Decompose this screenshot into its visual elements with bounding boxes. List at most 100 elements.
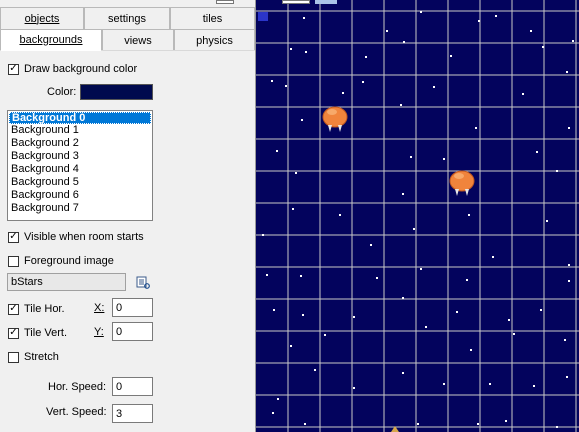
star bbox=[470, 349, 472, 351]
list-item[interactable]: Background 2 bbox=[8, 137, 152, 150]
star bbox=[305, 51, 307, 53]
star bbox=[420, 268, 422, 270]
tab-physics[interactable]: physics bbox=[174, 29, 255, 51]
star bbox=[362, 81, 364, 83]
tile-vert-checkbox[interactable]: ✓ Tile Vert. bbox=[8, 327, 67, 339]
tab-settings-label: settings bbox=[108, 12, 146, 25]
star bbox=[339, 214, 341, 216]
star bbox=[505, 420, 507, 422]
hor-speed-input[interactable]: 0 bbox=[112, 377, 153, 396]
star bbox=[410, 156, 412, 158]
background-list[interactable]: Background 0 Background 1 Background 2 B… bbox=[7, 110, 153, 221]
star bbox=[277, 398, 279, 400]
star bbox=[495, 15, 497, 17]
checkbox-empty-icon bbox=[8, 351, 19, 363]
star bbox=[475, 127, 477, 129]
checkbox-check-icon: ✓ bbox=[8, 303, 19, 315]
list-item[interactable]: Background 0 bbox=[9, 112, 151, 124]
toolbar-field[interactable] bbox=[282, 0, 310, 4]
tab-views-label: views bbox=[124, 34, 152, 47]
star bbox=[295, 172, 297, 174]
y-label: Y: bbox=[94, 326, 104, 338]
tab-objects[interactable]: objects bbox=[0, 7, 84, 29]
color-swatch[interactable] bbox=[80, 84, 153, 100]
list-item[interactable]: Background 4 bbox=[8, 163, 152, 176]
star bbox=[456, 311, 458, 313]
room-corner-icon bbox=[258, 12, 268, 21]
tab-backgrounds-label: backgrounds bbox=[19, 34, 83, 46]
tab-views[interactable]: views bbox=[102, 29, 174, 51]
star bbox=[540, 309, 542, 311]
star bbox=[314, 369, 316, 371]
star bbox=[402, 193, 404, 195]
star bbox=[402, 372, 404, 374]
star bbox=[443, 158, 445, 160]
star bbox=[513, 333, 515, 335]
star bbox=[443, 383, 445, 385]
tab-settings[interactable]: settings bbox=[84, 7, 170, 29]
color-label: Color: bbox=[47, 86, 77, 98]
star bbox=[365, 56, 367, 58]
star bbox=[376, 277, 378, 279]
list-item[interactable]: Background 1 bbox=[8, 124, 152, 137]
list-item[interactable]: Background 6 bbox=[8, 189, 152, 202]
star bbox=[292, 208, 294, 210]
star bbox=[290, 345, 292, 347]
hor-speed-label: Hor. Speed: bbox=[48, 381, 107, 393]
tab-tiles[interactable]: tiles bbox=[170, 7, 255, 29]
star bbox=[572, 40, 574, 42]
star bbox=[302, 314, 304, 316]
checkbox-check-icon: ✓ bbox=[8, 231, 19, 243]
star bbox=[566, 376, 568, 378]
star bbox=[566, 71, 568, 73]
draw-bg-color-checkbox[interactable]: ✓ Draw background color bbox=[8, 63, 137, 75]
star bbox=[556, 426, 558, 428]
background-name-field[interactable]: bStars bbox=[7, 273, 126, 291]
visible-checkbox[interactable]: ✓ Visible when room starts bbox=[8, 231, 144, 243]
star bbox=[403, 41, 405, 43]
draw-bg-color-label: Draw background color bbox=[24, 63, 138, 75]
star bbox=[568, 280, 570, 282]
star bbox=[466, 279, 468, 281]
vert-speed-input[interactable]: 3 bbox=[112, 404, 153, 423]
star bbox=[556, 170, 558, 172]
room-grid[interactable] bbox=[255, 0, 579, 432]
y-input[interactable]: 0 bbox=[112, 322, 153, 341]
star bbox=[273, 309, 275, 311]
star bbox=[492, 256, 494, 258]
room-divider bbox=[255, 0, 256, 432]
tab-backgrounds[interactable]: backgrounds bbox=[0, 29, 102, 51]
foreground-checkbox[interactable]: Foreground image bbox=[8, 255, 114, 267]
tab-tiles-label: tiles bbox=[202, 12, 223, 25]
list-item[interactable]: Background 7 bbox=[8, 202, 152, 215]
star bbox=[402, 297, 404, 299]
tile-hor-checkbox[interactable]: ✓ Tile Hor. bbox=[8, 303, 65, 315]
vert-speed-label: Vert. Speed: bbox=[46, 406, 107, 418]
stretch-checkbox[interactable]: Stretch bbox=[8, 351, 59, 363]
star bbox=[301, 119, 303, 121]
star bbox=[564, 339, 566, 341]
toolbar-button[interactable] bbox=[315, 0, 337, 4]
tab-objects-label: objects bbox=[24, 12, 60, 25]
foreground-label: Foreground image bbox=[24, 255, 114, 267]
tab-physics-label: physics bbox=[196, 34, 233, 47]
star bbox=[433, 86, 435, 88]
x-input[interactable]: 0 bbox=[112, 298, 153, 317]
room-canvas[interactable] bbox=[255, 0, 579, 432]
star bbox=[468, 214, 470, 216]
menu-icon[interactable] bbox=[136, 276, 150, 289]
list-item[interactable]: Background 5 bbox=[8, 176, 152, 189]
toolbar-input[interactable] bbox=[216, 0, 234, 4]
star bbox=[276, 150, 278, 152]
star bbox=[533, 385, 535, 387]
star bbox=[266, 274, 268, 276]
star bbox=[272, 412, 274, 414]
checkbox-check-icon: ✓ bbox=[8, 327, 19, 339]
star bbox=[300, 275, 302, 277]
star bbox=[370, 244, 372, 246]
star bbox=[489, 383, 491, 385]
list-item[interactable]: Background 3 bbox=[8, 150, 152, 163]
star bbox=[271, 80, 273, 82]
checkbox-check-icon: ✓ bbox=[8, 63, 19, 75]
star bbox=[508, 319, 510, 321]
